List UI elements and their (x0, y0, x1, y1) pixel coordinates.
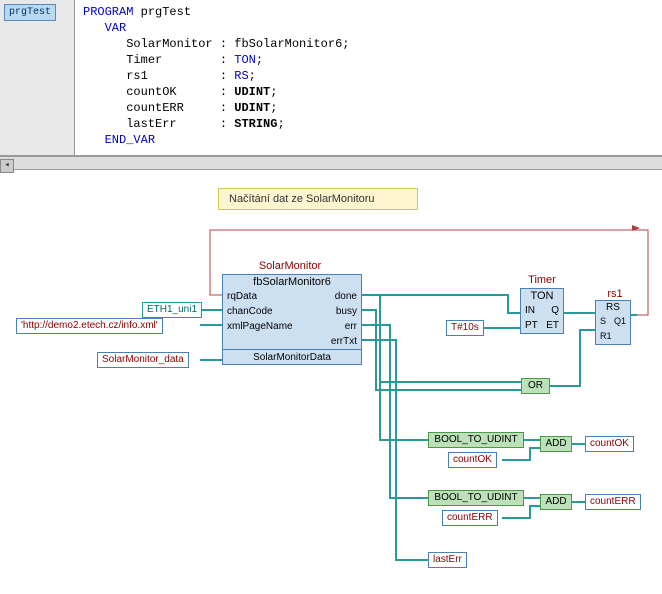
pin-q1: Q1 (614, 314, 626, 329)
diagram-comment: Načítání dat ze SolarMonitoru (218, 188, 418, 210)
var5-type: UDINT (234, 101, 270, 115)
timer-type: TON (521, 289, 563, 303)
var3: rs1 (126, 69, 148, 83)
pin-et: ET (546, 318, 559, 333)
pin-pt: PT (525, 318, 538, 333)
fb-type: fbSolarMonitor6 (223, 275, 361, 289)
fbd-diagram[interactable]: Načítání dat ze SolarMonitoru SolarMonit… (0, 170, 662, 594)
pin-r1: R1 (600, 329, 612, 344)
pin-done: done (335, 289, 357, 304)
input-countok[interactable]: countOK (448, 452, 497, 468)
program-tree-panel: prgTest (0, 0, 75, 155)
pin-s: S (600, 314, 606, 329)
block-or[interactable]: OR (521, 378, 550, 394)
prog-name: prgTest (141, 5, 191, 19)
fb-solarmonitor[interactable]: fbSolarMonitor6 rqDatadone chanCodebusy … (222, 274, 362, 365)
var6-type: STRING (234, 117, 277, 131)
var4-type: UDINT (234, 85, 270, 99)
block-add-1[interactable]: ADD (540, 436, 572, 452)
output-counterr[interactable]: countERR (585, 494, 641, 510)
wires-layer (0, 170, 662, 594)
var1: SolarMonitor (126, 37, 212, 51)
kw-var: VAR (105, 21, 127, 35)
solarmonitor-instance-name: SolarMonitor (240, 260, 340, 272)
pin-err: err (345, 319, 357, 334)
fb-timer[interactable]: TON IN Q PT ET (520, 288, 564, 334)
var6: lastErr (126, 117, 176, 131)
pin-in: IN (525, 303, 535, 318)
kw-endvar: END_VAR (105, 133, 155, 147)
pin-q: Q (551, 303, 559, 318)
top-split-pane: prgTest PROGRAM prgTest VAR SolarMonitor… (0, 0, 662, 156)
var4: countOK (126, 85, 176, 99)
tree-node-prgtest[interactable]: prgTest (4, 4, 56, 21)
output-lasterr[interactable]: lastErr (428, 552, 467, 568)
output-countok[interactable]: countOK (585, 436, 634, 452)
fb-rs1[interactable]: RS S Q1 R1 (595, 300, 631, 345)
horizontal-scrollbar[interactable]: ◂ (0, 156, 662, 170)
var2: Timer (126, 53, 162, 67)
rs1-instance-name: rs1 (600, 288, 630, 300)
input-counterr[interactable]: countERR (442, 510, 498, 526)
var5: countERR (126, 101, 184, 115)
input-eth1[interactable]: ETH1_uni1 (142, 302, 202, 318)
pin-solarmonitordata: SolarMonitorData (223, 349, 361, 364)
io-solarmonitor-data[interactable]: SolarMonitor_data (97, 352, 189, 368)
var3-type: RS (234, 69, 248, 83)
input-t10s[interactable]: T#10s (446, 320, 484, 336)
var1-type: fbSolarMonitor6 (234, 37, 342, 51)
pin-busy: busy (336, 304, 357, 319)
kw-program: PROGRAM (83, 5, 133, 19)
pin-rqdata: rqData (227, 289, 257, 304)
rs1-type: RS (596, 301, 630, 314)
var2-type: TON (234, 53, 256, 67)
timer-instance-name: Timer (522, 274, 562, 286)
pin-xmlpagename: xmlPageName (227, 319, 293, 334)
input-url[interactable]: 'http://demo2.etech.cz/info.xml' (16, 318, 163, 334)
block-bool-to-udint-2[interactable]: BOOL_TO_UDINT (428, 490, 524, 506)
block-bool-to-udint-1[interactable]: BOOL_TO_UDINT (428, 432, 524, 448)
block-add-2[interactable]: ADD (540, 494, 572, 510)
pin-chancode: chanCode (227, 304, 273, 319)
pin-errtxt: errTxt (331, 334, 357, 349)
code-editor[interactable]: PROGRAM prgTest VAR SolarMonitor : fbSol… (75, 0, 662, 155)
